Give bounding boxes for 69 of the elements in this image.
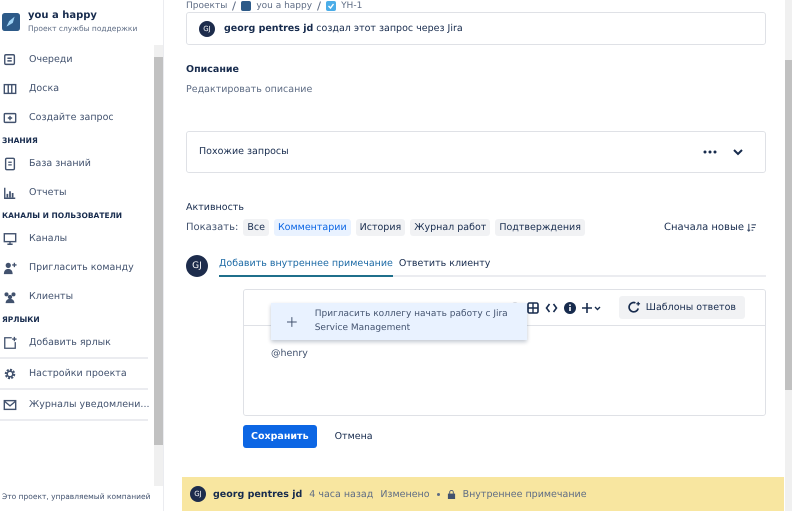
mail-icon — [3, 398, 17, 412]
info-icon[interactable] — [564, 302, 576, 314]
avatar: GJ — [186, 255, 208, 277]
nav-item[interactable]: Журналы уведомлени... — [29, 399, 150, 410]
cancel-button[interactable]: Отмена — [328, 430, 379, 443]
filter-chip[interactable]: История — [356, 219, 406, 236]
monitor-icon — [3, 232, 17, 246]
filter-chip[interactable]: Подтверждения — [495, 219, 585, 236]
page-scrollbar[interactable] — [785, 0, 792, 511]
nav-item[interactable]: Пригласить команду — [29, 262, 134, 273]
table-icon[interactable] — [527, 302, 539, 314]
panel-title: Похожие запросы — [199, 146, 290, 158]
insert-menu-icon[interactable] — [582, 302, 602, 314]
sort-icon — [747, 223, 756, 232]
more-icon[interactable] — [703, 150, 717, 154]
suggestion-item[interactable]: Пригласить коллегу начать работу с Jira Service Management — [271, 303, 527, 340]
queue-icon — [3, 52, 17, 66]
section-title: Описание — [186, 64, 240, 75]
slash-icon — [317, 1, 322, 12]
nav-item[interactable]: Каналы — [29, 233, 68, 244]
nav-item[interactable]: Клиенты — [29, 291, 74, 302]
people-icon — [3, 290, 17, 304]
breadcrumb-link[interactable]: Проекты — [186, 1, 228, 12]
nav-item[interactable]: Добавить ярлык — [29, 337, 111, 348]
nav-item[interactable]: Отчеты — [29, 187, 67, 198]
document-icon — [3, 156, 17, 170]
refresh-icon — [628, 301, 641, 314]
comment-time: 4 часа назад — [309, 488, 374, 500]
comment-author: georg pentres jd — [213, 488, 302, 500]
section-title: Активность — [186, 202, 245, 213]
breadcrumb-link[interactable]: YH-1 — [341, 1, 362, 12]
editor-text[interactable]: @henry — [271, 348, 308, 359]
sort-button[interactable]: Сначала новые — [664, 222, 756, 233]
code-icon[interactable] — [545, 302, 558, 314]
nav-item[interactable]: Доска — [29, 83, 60, 94]
slash-icon — [232, 1, 236, 12]
nav-item[interactable]: Настройки проекта — [29, 368, 127, 379]
project-logo-icon — [2, 12, 20, 30]
dot-icon — [436, 492, 440, 496]
description-field[interactable]: Редактировать описание — [186, 84, 766, 95]
visibility-label: Внутреннее примечание — [462, 488, 587, 500]
project-name: you a happy — [28, 10, 98, 21]
sidebar-scrollbar[interactable] — [154, 45, 163, 486]
filter-chip[interactable]: Комментарии — [274, 219, 351, 236]
add-page-icon — [3, 336, 17, 350]
filter-chip[interactable]: Журнал работ — [410, 219, 490, 236]
chevron-icon[interactable] — [733, 146, 743, 157]
settings-icon — [3, 366, 17, 380]
breadcrumb-link[interactable]: you a happy — [256, 1, 312, 12]
add-person-icon — [3, 260, 17, 274]
created-note: georg pentres jd создал этот запрос через Jira — [224, 23, 463, 34]
templates-button[interactable]: Шаблоны ответов — [618, 296, 745, 319]
nav-item[interactable]: База знаний — [29, 158, 91, 169]
composer-tab[interactable]: Ответить клиенту — [398, 258, 490, 277]
similar-requests-panel[interactable]: Похожие запросы — [186, 130, 766, 173]
checkbox-icon — [326, 1, 336, 12]
nav-item[interactable]: Создайте запрос — [29, 112, 114, 123]
plus-icon — [287, 314, 297, 328]
edited-label: Изменено — [380, 488, 430, 500]
filter-label: Показать: — [186, 222, 238, 233]
composer-tab[interactable]: Добавить внутреннее примечание — [219, 258, 393, 277]
nav-item[interactable]: Очереди — [29, 54, 73, 65]
filter-chip[interactable]: Все — [243, 219, 269, 236]
add-box-icon — [3, 110, 17, 124]
save-button[interactable]: Сохранить — [243, 425, 317, 448]
bar-chart-icon — [3, 186, 17, 200]
lock-icon — [446, 490, 456, 498]
board-icon — [3, 82, 17, 96]
project-logo-icon — [241, 1, 252, 12]
